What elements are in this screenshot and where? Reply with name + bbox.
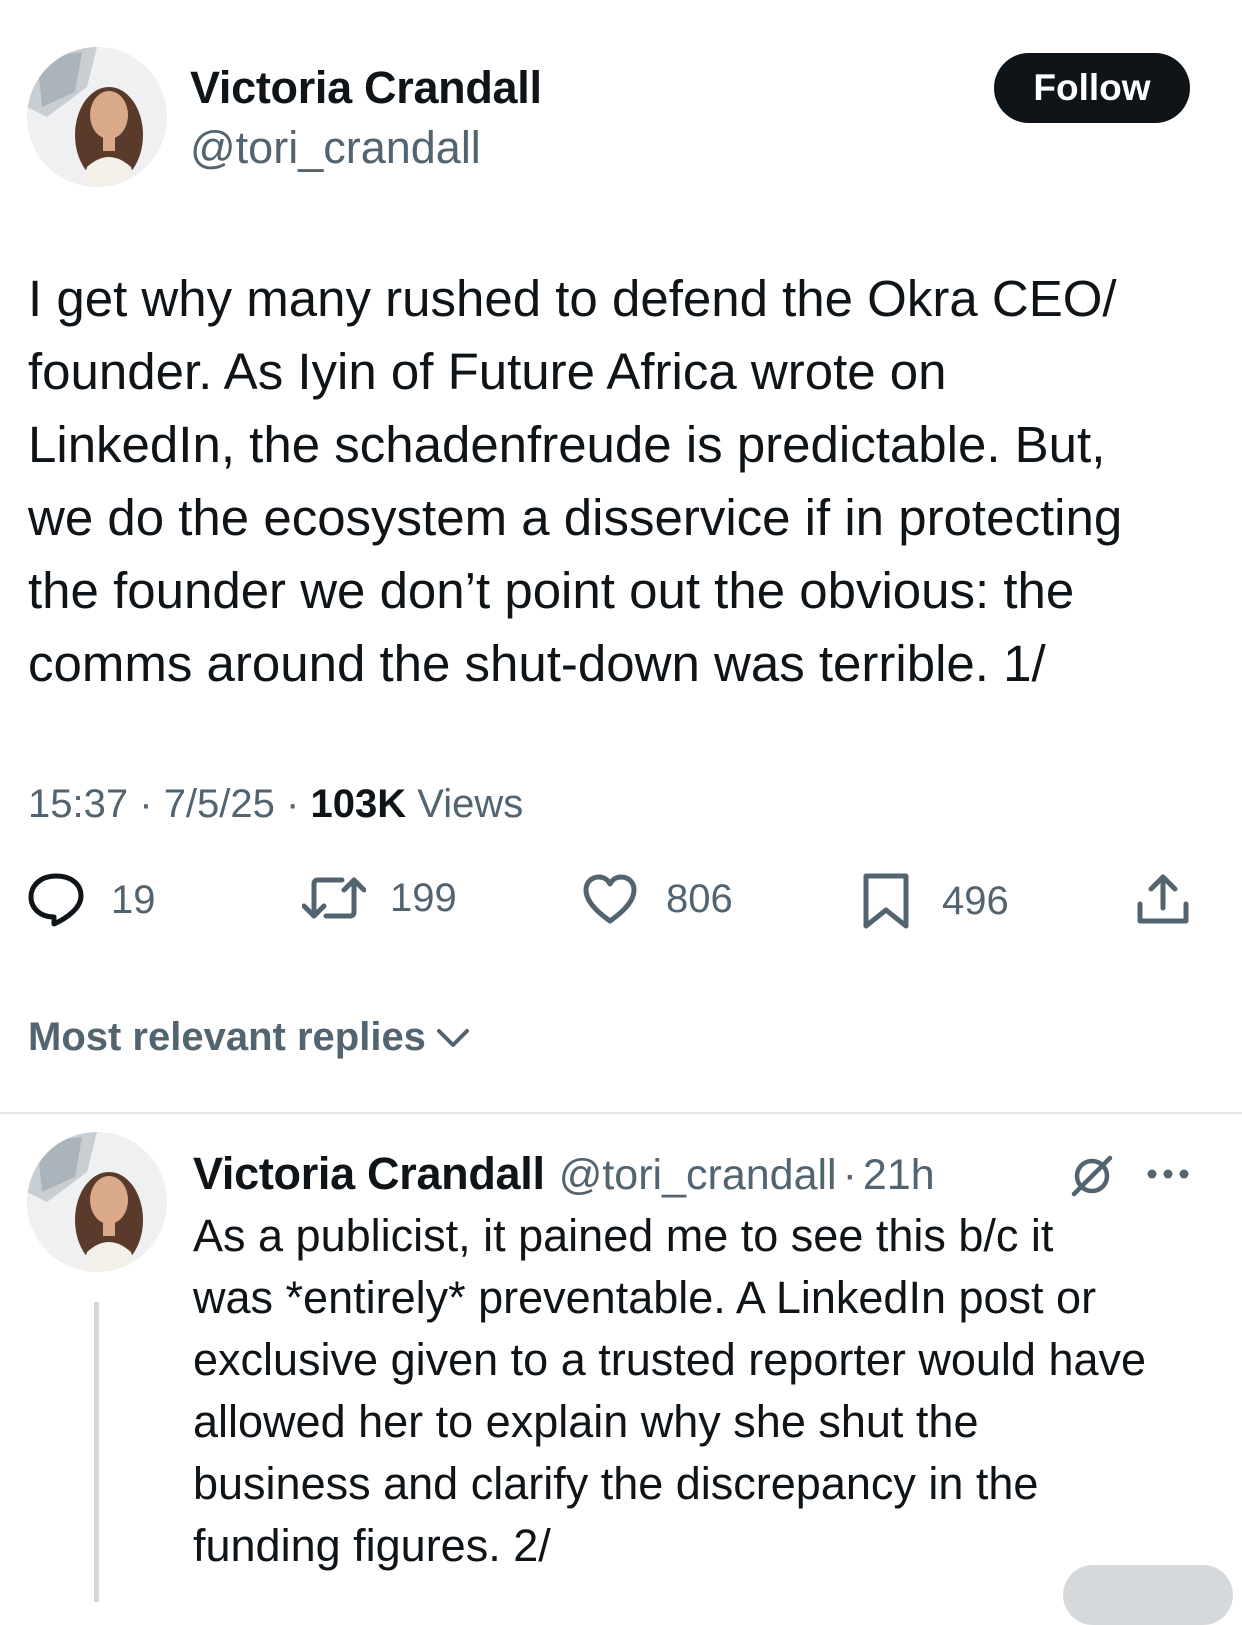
author-name[interactable]: Victoria Crandall <box>190 62 542 114</box>
more-icon <box>1147 1169 1189 1179</box>
reply-button[interactable]: 19 <box>27 872 156 928</box>
grok-button[interactable] <box>1070 1154 1114 1203</box>
repost-icon <box>302 877 366 919</box>
bookmark-icon <box>863 873 909 929</box>
views-count: 103K <box>310 782 407 826</box>
grok-icon <box>1071 1155 1113 1197</box>
reply-author-avatar[interactable] <box>27 1132 167 1272</box>
meta-separator: · <box>139 782 153 826</box>
reply-icon <box>28 873 84 927</box>
reply-header: Victoria Crandall @tori_crandall · 21h <box>193 1148 935 1200</box>
bookmark-button[interactable]: 496 <box>862 872 1009 930</box>
replies-sort-label: Most relevant replies <box>28 1015 426 1059</box>
tweet-text: I get why many rushed to defend the Okra… <box>28 270 1123 692</box>
repost-count: 199 <box>390 875 457 920</box>
tweet-time[interactable]: 15:37 <box>28 782 128 826</box>
reply-text: As a publicist, it pained me to see this… <box>193 1210 1147 1571</box>
meta-separator: · <box>286 782 300 826</box>
repost-button[interactable]: 199 <box>302 874 457 922</box>
share-icon <box>1137 874 1189 924</box>
reply-avatar-image <box>27 1132 167 1272</box>
views-label: Views <box>417 782 524 826</box>
reply-author-handle[interactable]: @tori_crandall <box>559 1151 837 1200</box>
follow-button[interactable]: Follow <box>994 53 1190 123</box>
like-count: 806 <box>666 876 733 921</box>
chevron-down-icon <box>436 1028 469 1047</box>
author-handle[interactable]: @tori_crandall <box>190 122 481 174</box>
reply-separator: · <box>842 1151 857 1199</box>
reply-age[interactable]: 21h <box>863 1151 935 1200</box>
floating-button[interactable] <box>1063 1565 1233 1625</box>
bookmark-count: 496 <box>942 878 1009 923</box>
reply-author-name[interactable]: Victoria Crandall <box>193 1148 545 1200</box>
more-button[interactable] <box>1146 1166 1190 1187</box>
thread-line <box>94 1302 99 1602</box>
reply-count: 19 <box>111 877 156 922</box>
tweet-meta: 15:37 · 7/5/25 · 103K Views <box>28 782 523 827</box>
like-icon <box>583 874 637 924</box>
divider <box>0 1112 1242 1114</box>
replies-sort-dropdown[interactable]: Most relevant replies <box>28 1015 470 1060</box>
share-button[interactable] <box>1136 872 1190 926</box>
author-avatar[interactable] <box>27 47 167 187</box>
tweet-date[interactable]: 7/5/25 <box>164 782 275 826</box>
like-button[interactable]: 806 <box>582 873 733 925</box>
author-avatar-image <box>27 47 167 187</box>
